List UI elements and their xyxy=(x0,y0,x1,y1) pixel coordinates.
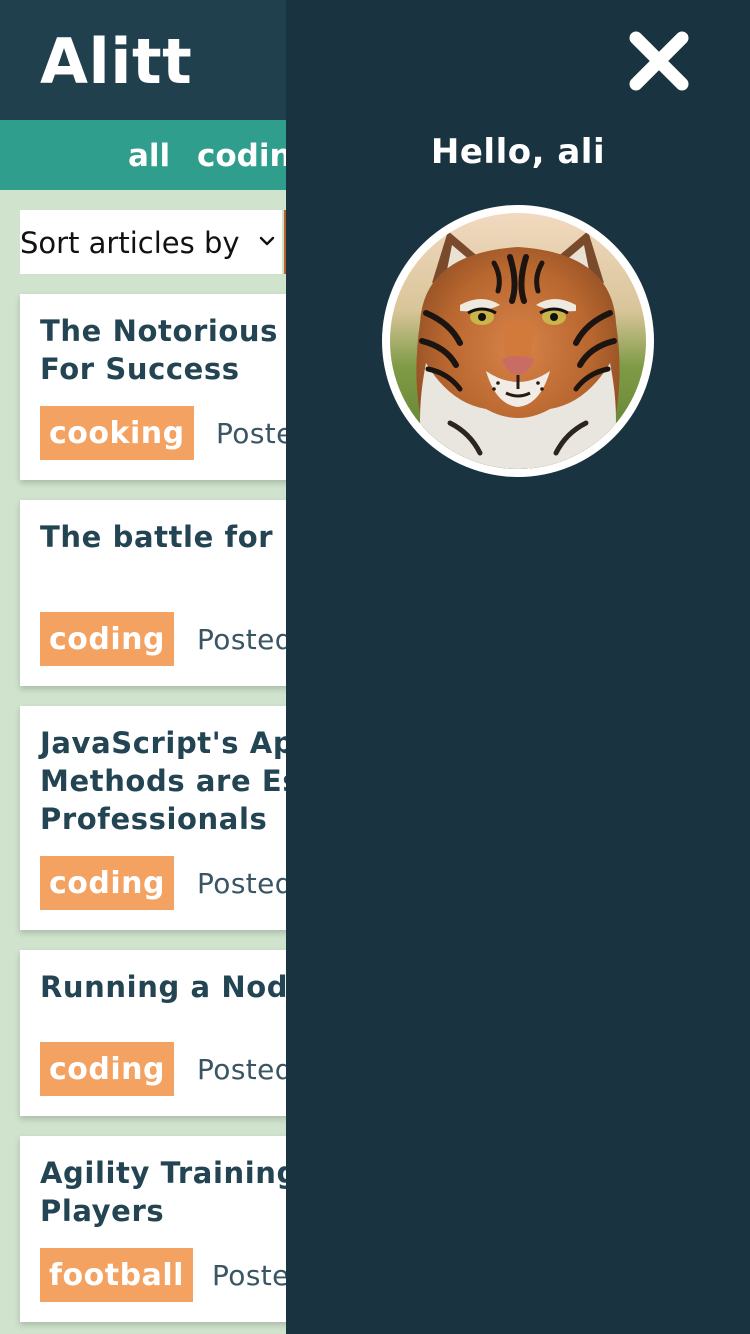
app-logo[interactable]: Alitt xyxy=(40,26,192,98)
tiger-avatar-image xyxy=(390,213,646,469)
topic-link-all[interactable]: all xyxy=(128,120,170,190)
article-topic-tag[interactable]: coding xyxy=(40,612,174,666)
avatar[interactable] xyxy=(382,205,654,477)
greeting-text: Hello, ali xyxy=(430,132,606,172)
close-icon xyxy=(629,31,689,91)
article-topic-tag[interactable]: coding xyxy=(40,856,174,910)
article-posted-text: Posted xyxy=(197,1053,293,1086)
article-topic-tag[interactable]: cooking xyxy=(40,406,194,460)
article-posted-text: Posted xyxy=(197,623,293,656)
chevron-down-icon xyxy=(259,236,275,246)
close-button[interactable] xyxy=(624,26,694,96)
side-drawer: Hello, ali xyxy=(286,0,750,1334)
article-topic-tag[interactable]: football xyxy=(40,1248,193,1302)
sort-select[interactable]: Sort articles by xyxy=(20,210,282,274)
article-posted-text: Posted xyxy=(197,867,293,900)
sort-select-label: Sort articles by xyxy=(20,226,240,260)
article-topic-tag[interactable]: coding xyxy=(40,1042,174,1096)
